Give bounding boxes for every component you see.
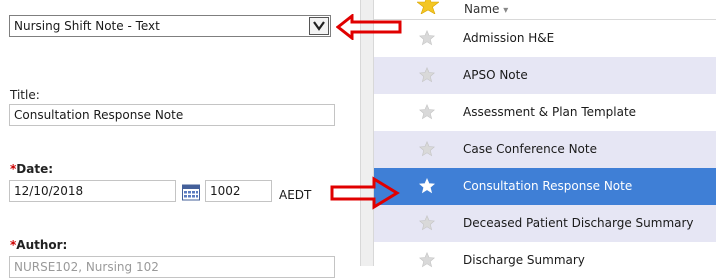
chevron-down-icon [313,21,325,31]
star-outline-icon[interactable] [419,141,435,157]
star-outline-icon[interactable] [419,30,435,46]
date-label: Date: [16,162,54,176]
list-item[interactable]: Deceased Patient Discharge Summary [374,205,716,242]
list-item-label: Consultation Response Note [463,179,633,193]
sort-icon: ▾ [503,5,509,16]
time-input[interactable]: 1002 [205,180,272,202]
list-item[interactable]: Case Conference Note [374,131,716,168]
title-input[interactable]: Consultation Response Note [9,104,335,126]
list-item[interactable]: Discharge Summary [374,242,716,279]
date-label-row: *Date: [10,162,53,176]
list-item[interactable]: Assessment & Plan Template [374,94,716,131]
star-outline-icon[interactable] [419,215,435,231]
note-template-value: Nursing Shift Note - Text [14,19,160,33]
list-item[interactable]: Admission H&E [374,20,716,57]
date-input[interactable]: 12/10/2018 [9,180,176,202]
list-item-label: Discharge Summary [463,253,585,267]
author-label: Author: [16,238,68,252]
note-template-select[interactable]: Nursing Shift Note - Text [9,15,331,37]
annotation-arrow-icon [330,176,400,210]
author-label-row: *Author: [10,238,67,252]
template-list-pane: Name ▾ Admission H&E APSO Note Assessment … [374,0,716,268]
name-column-header[interactable]: Name ▾ [464,2,508,16]
list-item-label: Assessment & Plan Template [463,105,637,119]
column-header-label: Name [464,2,500,16]
annotation-arrow-icon [336,14,402,40]
star-outline-icon[interactable] [419,104,435,120]
list-item-label: Admission H&E [463,31,555,45]
list-item[interactable]: Consultation Response Note [374,168,716,205]
title-label: Title: [10,88,40,102]
star-outline-icon[interactable] [419,178,435,194]
list-item-label: Case Conference Note [463,142,597,156]
list-item-label: APSO Note [463,68,528,82]
note-details-pane: Nursing Shift Note - Text Title: Consult… [0,0,360,278]
calendar-icon [182,184,200,201]
list-item-label: Deceased Patient Discharge Summary [463,216,694,230]
timezone-label: AEDT [279,188,312,202]
star-icon [417,0,439,14]
star-outline-icon[interactable] [419,67,435,83]
author-input[interactable]: NURSE102, Nursing 102 [9,256,335,278]
list-item[interactable]: APSO Note [374,57,716,94]
list-column-header[interactable]: Name ▾ [374,0,716,20]
dropdown-button[interactable] [309,17,329,35]
calendar-button[interactable] [181,182,201,202]
